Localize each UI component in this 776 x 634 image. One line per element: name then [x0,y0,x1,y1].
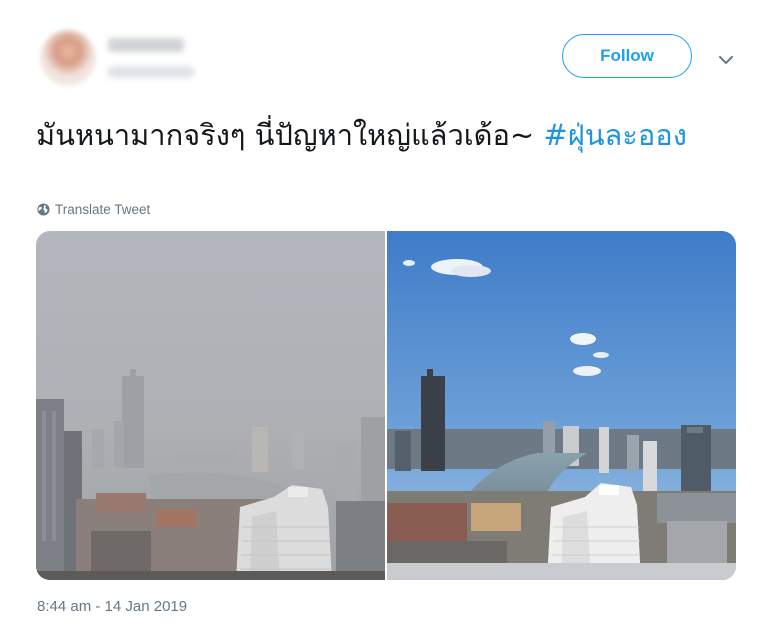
tweet-header: Follow [0,0,776,110]
tweet-timestamp[interactable]: 8:44 am - 14 Jan 2019 [37,598,187,615]
photo-clear-city[interactable] [387,231,736,580]
photo-hazy-city[interactable] [36,231,385,580]
tweet-text: มันหนามากจริงๆ นี่ปัญหาใหญ่แล้วเด้อ~ #ฝุ… [36,112,716,158]
translate-label: Translate Tweet [55,201,151,217]
hashtag-link[interactable]: #ฝุ่นละออง [543,118,686,152]
tweet-body-text: มันหนามากจริงๆ นี่ปัญหาใหญ่แล้วเด้อ~ [36,118,544,152]
author-name-redacted[interactable] [108,38,184,52]
tweet-media [36,231,736,580]
chevron-down-icon[interactable] [716,52,736,68]
translate-tweet-link[interactable]: Translate Tweet [37,200,150,218]
author-handle-redacted[interactable] [108,66,194,78]
follow-button[interactable]: Follow [562,34,692,78]
author-avatar[interactable] [40,30,96,86]
globe-icon [37,202,50,216]
